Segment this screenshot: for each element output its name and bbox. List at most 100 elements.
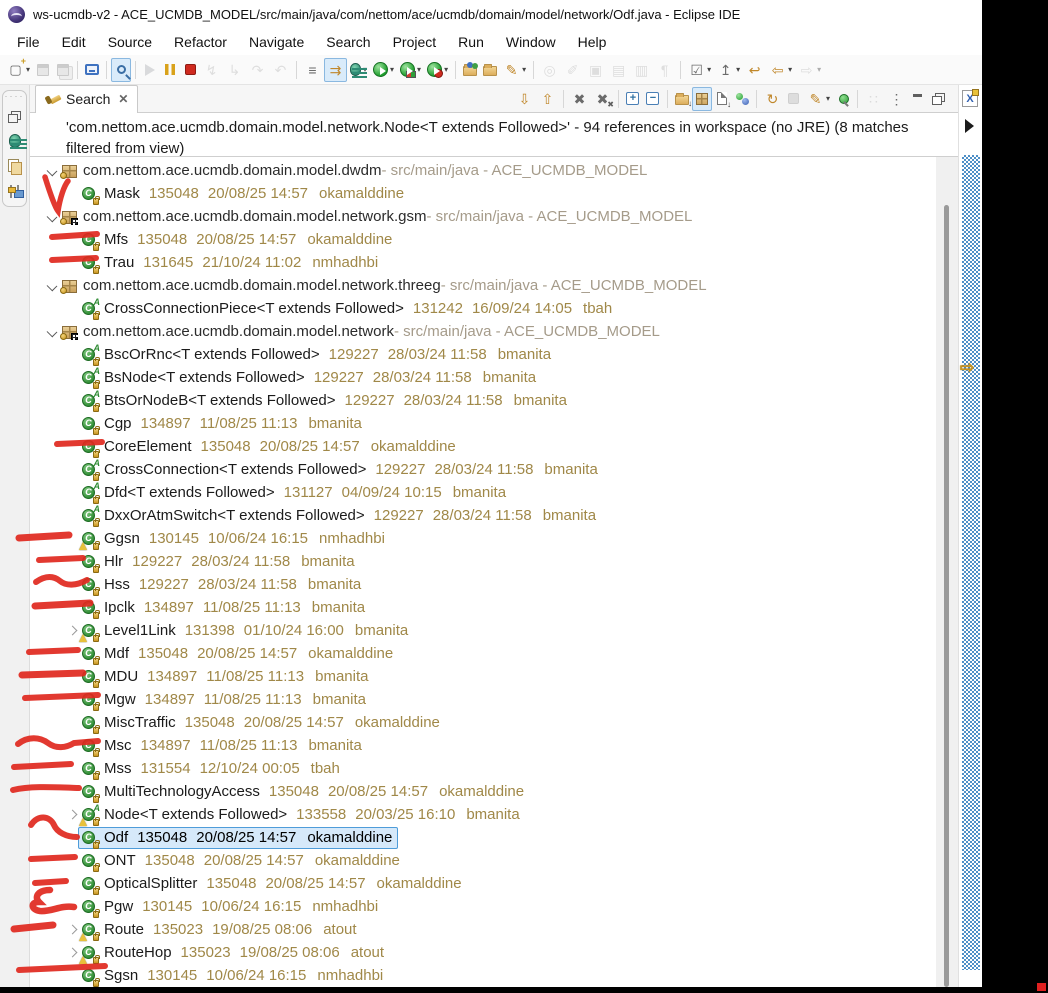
resume-button[interactable] bbox=[140, 58, 160, 82]
save-button[interactable] bbox=[33, 58, 53, 82]
menu-file[interactable]: File bbox=[6, 31, 51, 53]
expand-chevron-icon[interactable] bbox=[64, 922, 80, 938]
tree-row-class[interactable]: CCoreElement13504820/08/25 14:57okamaldd… bbox=[30, 435, 936, 458]
scrollbar-thumb[interactable] bbox=[944, 205, 949, 987]
restore-view-icon[interactable] bbox=[6, 108, 23, 125]
step-into-button[interactable]: ↳ bbox=[223, 58, 246, 82]
new-java-class-button[interactable]: ◎ bbox=[538, 58, 561, 82]
step-return-button[interactable]: ↶ bbox=[269, 58, 292, 82]
rerun-search-button[interactable]: ↻ bbox=[761, 87, 784, 111]
menu-project[interactable]: Project bbox=[382, 31, 448, 53]
vertical-scrollbar[interactable] bbox=[936, 157, 958, 987]
open-type-button[interactable] bbox=[460, 58, 480, 82]
menu-run[interactable]: Run bbox=[447, 31, 495, 53]
checkered-drag-bar[interactable]: ⇨ bbox=[962, 155, 980, 970]
dropdown-caret-icon[interactable]: ▾ bbox=[390, 65, 394, 74]
view-menu-button[interactable]: ⋮ bbox=[885, 87, 908, 111]
tree-row-class[interactable]: CMiscTraffic13504820/08/25 14:57okamaldd… bbox=[30, 711, 936, 734]
expand-chevron-icon[interactable] bbox=[64, 623, 80, 639]
expand-chevron-icon[interactable] bbox=[64, 945, 80, 961]
dropdown-caret-icon[interactable]: ▾ bbox=[736, 65, 740, 74]
restore-arrow-icon[interactable]: ⇨ bbox=[960, 358, 974, 378]
collapse-chevron-icon[interactable] bbox=[44, 209, 60, 225]
dropdown-caret-icon[interactable]: ▾ bbox=[444, 65, 448, 74]
drag-handle[interactable]: ···· bbox=[5, 93, 25, 99]
tree-row-package[interactable]: com.nettom.ace.ucmdb.domain.model.networ… bbox=[30, 274, 936, 297]
tree-row-class[interactable]: COpticalSplitter13504820/08/25 14:57okam… bbox=[30, 872, 936, 895]
show-whitespace-button[interactable]: ¶ bbox=[653, 58, 676, 82]
run-button[interactable]: ▾ bbox=[370, 58, 397, 82]
group-by-package-button[interactable] bbox=[692, 87, 712, 111]
tree-row-class[interactable]: CHlr12922728/03/24 11:58bmanita bbox=[30, 550, 936, 573]
forward-button[interactable]: ⇨▾ bbox=[795, 58, 824, 82]
menu-source[interactable]: Source bbox=[97, 31, 163, 53]
organize-imports-button[interactable]: ▣ bbox=[584, 58, 607, 82]
tree-row-package[interactable]: com.nettom.ace.ucmdb.domain.model.networ… bbox=[30, 320, 936, 343]
tree-row-class[interactable]: CMss13155412/10/24 00:05tbah bbox=[30, 757, 936, 780]
dropdown-caret-icon[interactable]: ▾ bbox=[817, 65, 821, 74]
previous-match-button[interactable]: ⇧ bbox=[536, 87, 559, 111]
group-by-project-button[interactable] bbox=[672, 87, 692, 111]
last-edit-location-button[interactable]: ↩ bbox=[743, 58, 766, 82]
tree-row-class[interactable]: CMDU13489711/08/25 11:13bmanita bbox=[30, 665, 936, 688]
tree-row-class[interactable]: CLevel1Link13139801/10/24 16:00bmanita bbox=[30, 619, 936, 642]
dropdown-caret-icon[interactable]: ▾ bbox=[417, 65, 421, 74]
tree-row-class[interactable]: CADxxOrAtmSwitch<T extends Followed>1292… bbox=[30, 504, 936, 527]
tree-row-class[interactable]: CMsc13489711/08/25 11:13bmanita bbox=[30, 734, 936, 757]
dropdown-caret-icon[interactable]: ▾ bbox=[522, 65, 526, 74]
close-icon[interactable]: ✕ bbox=[118, 92, 128, 106]
group-by-type-button[interactable] bbox=[732, 87, 752, 111]
collapse-chevron-icon[interactable] bbox=[44, 324, 60, 340]
previous-annotation-button[interactable]: ↥▾ bbox=[714, 58, 743, 82]
filters-view-icon[interactable] bbox=[6, 183, 23, 200]
menu-window[interactable]: Window bbox=[495, 31, 567, 53]
remove-match-button[interactable]: ✖ bbox=[568, 87, 591, 111]
next-match-button[interactable]: ⇩ bbox=[513, 87, 536, 111]
maximize-view-button[interactable] bbox=[928, 87, 948, 111]
collapse-all-button[interactable]: − bbox=[643, 87, 663, 111]
terminate-search-button[interactable] bbox=[784, 87, 804, 111]
collapse-chevron-icon[interactable] bbox=[44, 278, 60, 294]
profile-button[interactable]: ▾ bbox=[424, 58, 451, 82]
menu-edit[interactable]: Edit bbox=[51, 31, 97, 53]
expand-chevron-icon[interactable] bbox=[64, 807, 80, 823]
tree-row-class[interactable]: CABtsOrNodeB<T extends Followed>12922728… bbox=[30, 389, 936, 412]
tree-row-class[interactable]: CTrau13164521/10/24 11:02nmhadhbi bbox=[30, 251, 936, 274]
expand-triangle-icon[interactable] bbox=[965, 119, 974, 133]
tree-row-class[interactable]: CANode<T extends Followed>13355820/03/25… bbox=[30, 803, 936, 826]
menu-help[interactable]: Help bbox=[567, 31, 618, 53]
tree-row-class[interactable]: CMdf13504820/08/25 14:57okamalddine bbox=[30, 642, 936, 665]
copy-view-icon[interactable] bbox=[6, 157, 23, 174]
tree-row-class[interactable]: CACrossConnectionPiece<T extends Followe… bbox=[30, 297, 936, 320]
tree-row-class[interactable]: CMask13504820/08/25 14:57okamalddine bbox=[30, 182, 936, 205]
tree-row-class[interactable]: CRouteHop13502319/08/25 08:06atout bbox=[30, 941, 936, 964]
debug-hover-button[interactable] bbox=[111, 58, 131, 82]
dropdown-caret-icon[interactable]: ▾ bbox=[707, 65, 711, 74]
show-source-button[interactable]: ▥ bbox=[630, 58, 653, 82]
format-button[interactable]: ✐ bbox=[561, 58, 584, 82]
dropdown-caret-icon[interactable]: ▾ bbox=[26, 65, 30, 74]
debug-button[interactable]: ▾ bbox=[347, 58, 370, 82]
xml-editor-icon[interactable]: X bbox=[962, 90, 978, 107]
skip-breakpoints-button[interactable]: ≡ bbox=[301, 58, 324, 82]
open-console-button[interactable] bbox=[82, 58, 102, 82]
terminate-button[interactable] bbox=[180, 58, 200, 82]
menu-search[interactable]: Search bbox=[315, 31, 381, 53]
next-annotation-button[interactable]: ☑▾ bbox=[685, 58, 714, 82]
minimize-view-button[interactable] bbox=[908, 87, 928, 111]
tab-search[interactable]: Search ✕ bbox=[35, 85, 138, 113]
new-search-button[interactable] bbox=[833, 87, 853, 111]
tree-row-package[interactable]: com.nettom.ace.ucmdb.domain.model.networ… bbox=[30, 205, 936, 228]
step-over-button[interactable]: ↷ bbox=[246, 58, 269, 82]
tree-row-class[interactable]: CIpclk13489711/08/25 11:13bmanita bbox=[30, 596, 936, 619]
tree-row-class[interactable]: CADfd<T extends Followed>13112704/09/24 … bbox=[30, 481, 936, 504]
menu-navigate[interactable]: Navigate bbox=[238, 31, 315, 53]
new-wizard-button[interactable]: ▢▾ bbox=[4, 58, 33, 82]
tree-row-class[interactable]: CPgw13014510/06/24 16:15nmhadhbi bbox=[30, 895, 936, 918]
coverage-button[interactable]: ▾ bbox=[397, 58, 424, 82]
collapse-chevron-icon[interactable] bbox=[44, 163, 60, 179]
tree-row-class[interactable]: CMultiTechnologyAccess13504820/08/25 14:… bbox=[30, 780, 936, 803]
dropdown-caret-icon[interactable]: ▾ bbox=[788, 65, 792, 74]
tree-row-package[interactable]: com.nettom.ace.ucmdb.domain.model.dwdm -… bbox=[30, 159, 936, 182]
back-button[interactable]: ⇦▾ bbox=[766, 58, 795, 82]
